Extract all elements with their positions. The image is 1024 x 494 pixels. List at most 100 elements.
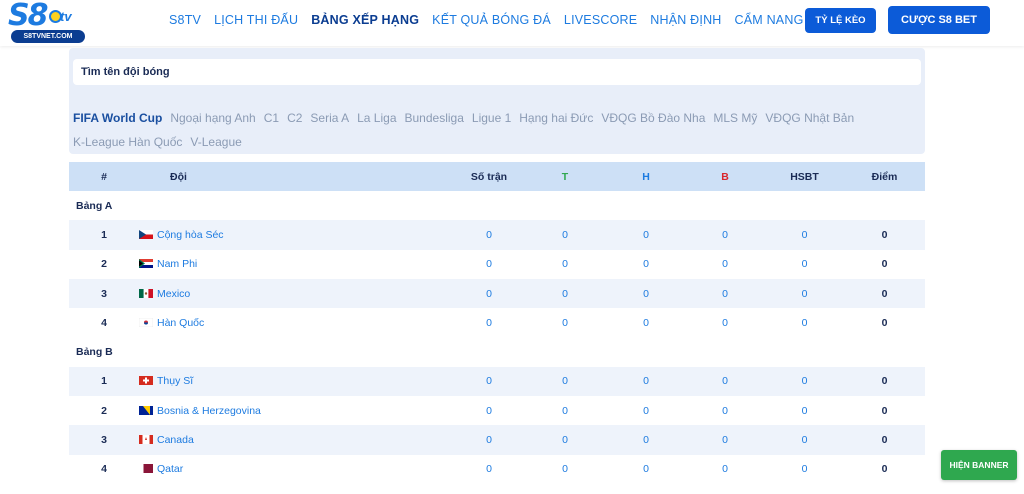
league-tab-3[interactable]: C2 [287,106,302,130]
draws-cell: 0 [607,308,685,338]
nav-item-0[interactable]: S8TV [169,13,201,27]
kr-flag-icon [139,317,157,329]
main-nav: S8TV LỊCH THI ĐẤU BẢNG XẾP HẠNG KẾT QUẢ BÓN… [169,13,817,27]
nav-item-1[interactable]: LỊCH THI ĐẤU [214,13,298,27]
team-name[interactable]: Nam Phi [157,258,197,270]
table-row[interactable]: 4 Hàn Quốc 0 0 0 0 0 0 [69,308,925,338]
league-tab-9[interactable]: VĐQG Bồ Đào Nha [601,106,705,130]
league-tab-6[interactable]: Bundesliga [405,106,464,130]
losses-cell: 0 [685,249,765,279]
cz-flag-icon [139,229,157,241]
played-cell: 0 [455,425,523,455]
team-cell[interactable]: Bosnia & Herzegovina [139,396,455,426]
rank-cell: 1 [69,366,139,397]
league-tab-11[interactable]: VĐQG Nhật Bản [765,106,854,130]
team-cell[interactable]: Cộng hòa Séc [139,220,455,250]
team-cell[interactable]: Hàn Quốc [139,308,455,338]
team-cell[interactable]: Qatar [139,454,455,484]
group-row: Bảng B [69,337,925,367]
table-row[interactable]: 3 Mexico 0 0 0 0 0 0 [69,278,925,309]
team-name[interactable]: Qatar [157,463,183,475]
group-label: Bảng B [69,337,925,367]
losses-cell: 0 [685,396,765,426]
rank-cell: 3 [69,425,139,455]
team-name[interactable]: Mexico [157,288,190,300]
draws-cell: 0 [607,366,685,397]
table-row[interactable]: 4 Qatar 0 0 0 0 0 0 [69,454,925,484]
wins-cell: 0 [523,278,607,309]
nav-item-2[interactable]: BẢNG XẾP HẠNG [311,13,419,27]
col-goal-difference: HSBT [765,162,844,191]
wins-cell: 0 [523,396,607,426]
team-cell[interactable]: Thụy Sĩ [139,366,455,397]
nav-item-3[interactable]: KẾT QUẢ BÓNG ĐÁ [432,13,551,27]
draws-cell: 0 [607,425,685,455]
show-banner-button[interactable]: HIỆN BANNER [941,450,1017,480]
league-tab-2[interactable]: C1 [264,106,279,130]
points-cell: 0 [844,308,925,338]
losses-cell: 0 [685,366,765,397]
team-name[interactable]: Hàn Quốc [157,317,204,329]
league-tab-4[interactable]: Seria A [310,106,349,130]
col-losses: B [685,162,765,191]
wins-cell: 0 [523,366,607,397]
ba-flag-icon [139,405,157,417]
played-cell: 0 [455,249,523,279]
odds-button[interactable]: TỶ LỆ KÈO [805,8,876,33]
logo-site-name: S8TVNET.COM [11,30,85,43]
table-row[interactable]: 2 Nam Phi 0 0 0 0 0 0 [69,249,925,279]
nav-item-5[interactable]: NHẬN ĐỊNH [650,13,721,27]
team-name[interactable]: Bosnia & Herzegovina [157,405,261,417]
draws-cell: 0 [607,249,685,279]
wins-cell: 0 [523,220,607,250]
league-tab-13[interactable]: V-League [190,130,241,154]
draws-cell: 0 [607,396,685,426]
nav-item-6[interactable]: CẨM NANG [735,13,804,27]
league-tab-8[interactable]: Hạng hai Đức [519,106,593,130]
points-cell: 0 [844,454,925,484]
goal-difference-cell: 0 [765,249,844,279]
points-cell: 0 [844,425,925,455]
col-draws: H [607,162,685,191]
col-played: Số trận [455,162,523,191]
played-cell: 0 [455,278,523,309]
za-flag-icon [139,258,157,270]
qa-flag-icon [139,463,157,475]
league-tab-0[interactable]: FIFA World Cup [73,106,162,130]
rank-cell: 2 [69,249,139,279]
rank-cell: 4 [69,454,139,484]
league-tab-7[interactable]: Ligue 1 [472,106,511,130]
goal-difference-cell: 0 [765,308,844,338]
goal-difference-cell: 0 [765,454,844,484]
draws-cell: 0 [607,454,685,484]
league-tab-1[interactable]: Ngoại hạng Anh [170,106,255,130]
table-row[interactable]: 3 Canada 0 0 0 0 0 0 [69,425,925,455]
table-row[interactable]: 1 Cộng hòa Séc 0 0 0 0 0 0 [69,220,925,250]
team-name[interactable]: Canada [157,434,194,446]
table-row[interactable]: 2 Bosnia & Herzegovina 0 0 0 0 0 0 [69,396,925,426]
ch-flag-icon [139,375,157,387]
bet-button[interactable]: CƯỢC S8 BET [888,6,990,34]
table-row[interactable]: 1 Thụy Sĩ 0 0 0 0 0 0 [69,366,925,397]
goal-difference-cell: 0 [765,425,844,455]
nav-item-4[interactable]: LIVESCORE [564,13,637,27]
losses-cell: 0 [685,425,765,455]
wins-cell: 0 [523,425,607,455]
goal-difference-cell: 0 [765,396,844,426]
site-logo[interactable]: S8 tv S8TVNET.COM [8,0,85,44]
played-cell: 0 [455,396,523,426]
team-name[interactable]: Cộng hòa Séc [157,229,224,241]
league-tabs: FIFA World Cup Ngoại hạng Anh C1 C2 Seria A L… [73,106,903,154]
team-search-input[interactable]: Tìm tên đội bóng [73,59,921,85]
team-name[interactable]: Thụy Sĩ [157,375,193,387]
rank-cell: 4 [69,308,139,338]
league-tab-10[interactable]: MLS Mỹ [713,106,757,130]
team-cell[interactable]: Mexico [139,278,455,309]
team-cell[interactable]: Nam Phi [139,249,455,279]
goal-difference-cell: 0 [765,220,844,250]
league-tab-12[interactable]: K-League Hàn Quốc [73,130,182,154]
league-tab-5[interactable]: La Liga [357,106,396,130]
logo-tv: tv [60,9,72,24]
team-cell[interactable]: Canada [139,425,455,455]
played-cell: 0 [455,220,523,250]
